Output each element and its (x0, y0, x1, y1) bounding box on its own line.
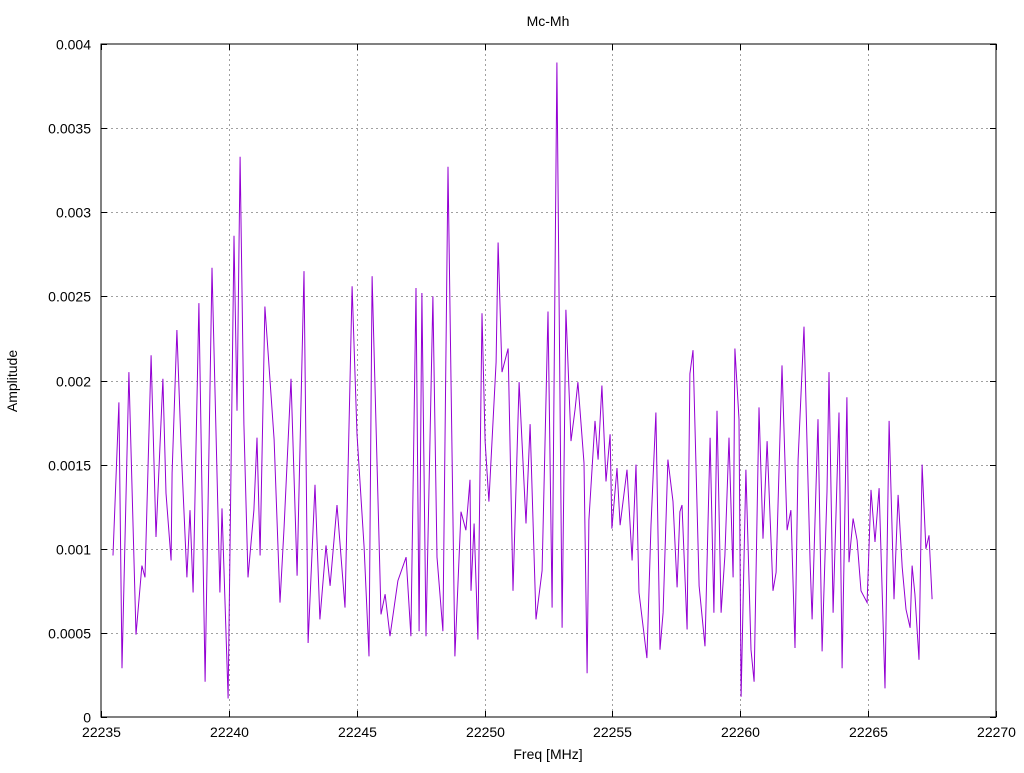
y-tick-label: 0.0025 (48, 289, 91, 305)
ticks: 22235 22240 22245 22250 22255 22260 22265 22270… (48, 37, 1016, 741)
y-tick-label: 0.0035 (48, 121, 91, 137)
y-tick-label: 0.003 (56, 205, 91, 221)
y-tick-label: 0.0015 (48, 458, 91, 474)
y-tick-label: 0.0005 (48, 626, 91, 642)
x-tick-label: 22235 (82, 724, 121, 740)
y-tick-label: 0.004 (56, 37, 91, 53)
x-tick-label: 22245 (338, 724, 377, 740)
chart-title: Mc-Mh (527, 13, 570, 29)
x-axis-label: Freq [MHz] (513, 746, 582, 762)
y-tick-label: 0.002 (56, 374, 91, 390)
y-tick-label: 0 (83, 710, 91, 726)
x-tick-label: 22250 (466, 724, 505, 740)
x-tick-label: 22240 (210, 724, 249, 740)
series-line-mc-mh (112, 62, 933, 699)
x-tick-label: 22255 (593, 724, 632, 740)
y-axis-label: Amplitude (4, 350, 20, 412)
y-tick-label: 0.001 (56, 542, 91, 558)
x-tick-label: 22265 (849, 724, 888, 740)
x-tick-label: 22260 (721, 724, 760, 740)
x-tick-label: 22270 (977, 724, 1016, 740)
chart: 22235 22240 22245 22250 22255 22260 22265 22270… (4, 13, 1016, 762)
